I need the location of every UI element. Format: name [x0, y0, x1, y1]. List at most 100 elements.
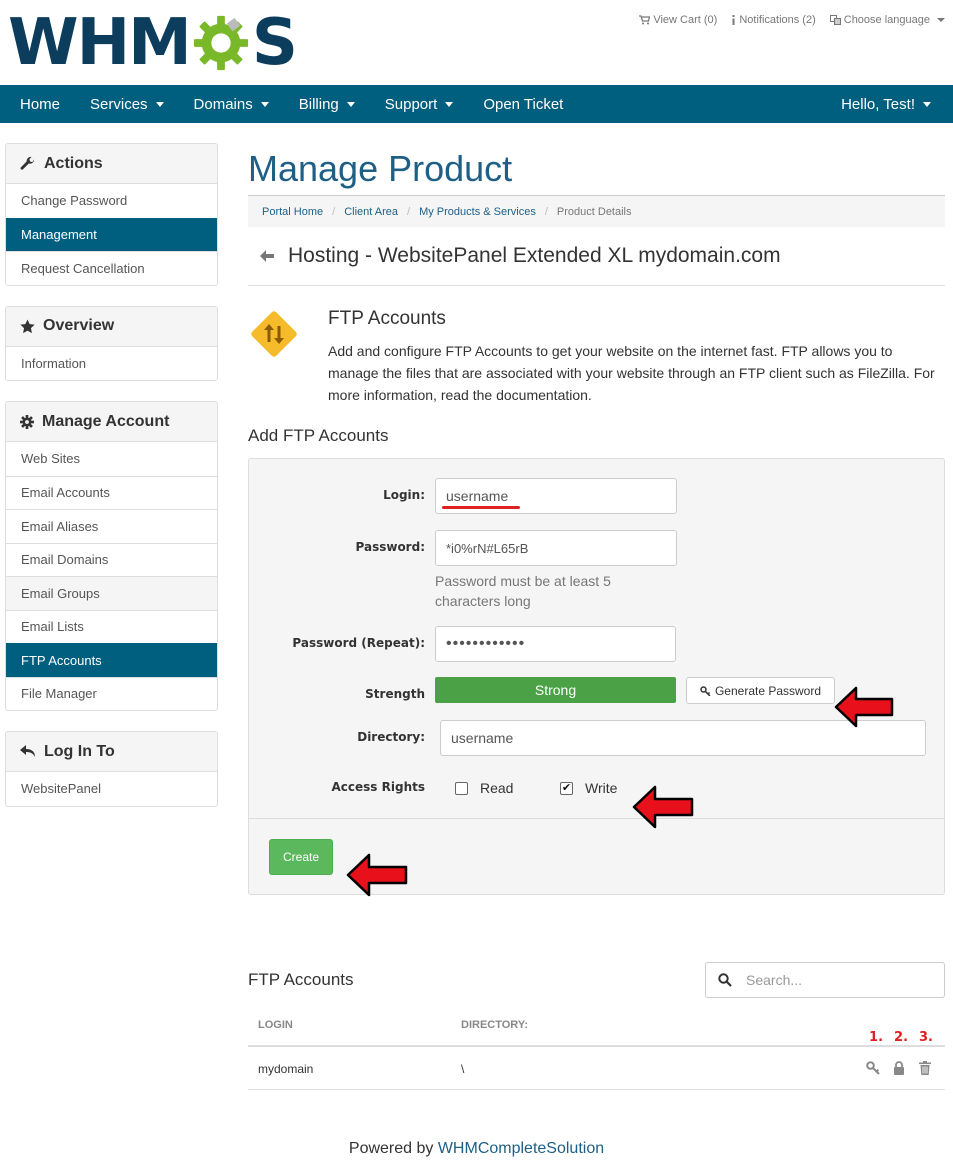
sidebar-item-management[interactable]: Management [6, 217, 217, 251]
breadcrumb-my-products[interactable]: My Products & Services [419, 206, 536, 218]
write-checkbox-box[interactable]: ✔ [560, 781, 573, 795]
create-button[interactable]: Create [269, 839, 333, 875]
key-icon [700, 685, 711, 696]
sidebar-item-label: Email Accounts [21, 485, 110, 501]
sidebar-item-label: Information [21, 355, 87, 371]
read-checkbox-box[interactable] [455, 781, 468, 795]
actions-panel-title: Actions [44, 154, 103, 172]
table-row: mydomain \ [248, 1047, 945, 1090]
login-label: Login: [383, 488, 425, 502]
nav-support[interactable]: Support [370, 85, 469, 123]
sidebar-item-email-groups[interactable]: Email Groups [6, 576, 217, 610]
overview-panel: Overview Information [5, 305, 218, 381]
notifications-link[interactable]: Notifications (2) [731, 14, 816, 26]
language-selector[interactable]: Choose language [829, 14, 945, 26]
language-label: Choose language [843, 14, 930, 26]
breadcrumb-current: Product Details [556, 205, 632, 218]
nav-user-menu[interactable]: Hello, Test! [826, 85, 953, 123]
login-input[interactable]: username [435, 478, 677, 514]
back-arrow-icon[interactable] [260, 250, 274, 262]
generate-password-button[interactable]: Generate Password [686, 677, 835, 704]
sidebar-item-email-lists[interactable]: Email Lists [6, 609, 217, 643]
search-placeholder: Search... [746, 972, 803, 988]
breadcrumb-separator: / [407, 205, 411, 218]
nav-services-label: Services [90, 95, 148, 113]
row-actions [865, 1060, 933, 1076]
breadcrumb-portal-home[interactable]: Portal Home [262, 206, 323, 218]
footer-prefix: Powered by [348, 1140, 438, 1157]
logo-text-prefix: WHM [8, 6, 192, 80]
footer-link[interactable]: WHMCompleteSolution [438, 1140, 604, 1157]
nav-billing[interactable]: Billing [284, 85, 370, 123]
info-icon [732, 15, 735, 25]
key-icon[interactable] [865, 1060, 881, 1076]
view-cart-link[interactable]: View Cart (0) [639, 14, 717, 26]
sidebar-item-file-manager[interactable]: File Manager [6, 676, 217, 710]
main-content: Manage Product Portal Home / Client Area… [248, 143, 945, 895]
strength-value: Strong [534, 682, 577, 698]
sidebar-item-websitepanel[interactable]: WebsitePanel [6, 772, 217, 806]
intro-description: Add and configure FTP Accounts to get yo… [328, 343, 935, 403]
sidebar-item-label: Email Groups [21, 585, 100, 601]
read-checkbox[interactable]: Read [455, 780, 513, 796]
manage-account-panel-title: Manage Account [42, 412, 170, 430]
sidebar-item-information[interactable]: Information [6, 346, 217, 380]
nav-home-label: Home [20, 95, 61, 113]
logo-text-suffix: S [251, 6, 298, 80]
login-to-panel-header: Log In To [6, 732, 217, 772]
language-icon [829, 15, 841, 25]
directory-label: Directory: [357, 730, 425, 744]
wrench-icon [20, 156, 35, 170]
nav-services[interactable]: Services [75, 85, 179, 123]
notifications-label: Notifications (2) [739, 14, 816, 26]
generate-password-label: Generate Password [714, 683, 822, 698]
row-directory: \ [461, 1062, 465, 1076]
login-to-panel-title: Log In To [44, 742, 115, 760]
sidebar-item-change-password[interactable]: Change Password [6, 184, 217, 218]
nav-home[interactable]: Home [0, 85, 75, 123]
chevron-down-icon [445, 101, 454, 107]
password-input[interactable]: *i0%rN#L65rB [435, 530, 677, 566]
search-icon [718, 973, 732, 987]
password-repeat-label: Password (Repeat): [292, 636, 425, 650]
lock-icon[interactable] [891, 1060, 907, 1076]
sidebar-item-label: Email Domains [21, 552, 109, 568]
write-checkbox[interactable]: ✔ Write [560, 780, 617, 796]
annotation-underline [442, 506, 520, 509]
sidebar-item-label: File Manager [21, 686, 97, 702]
actions-panel: Actions Change Password Management Reque… [5, 143, 218, 286]
column-header-directory[interactable]: DIRECTORY: [461, 1019, 528, 1031]
password-input-value: *i0%rN#L65rB [446, 540, 529, 556]
chevron-down-icon [155, 101, 164, 107]
password-help-text: Password must be at least 5 characters l… [435, 573, 611, 609]
column-header-login[interactable]: LOGIN [258, 1019, 293, 1031]
password-repeat-input[interactable]: •••••••••••• [435, 626, 676, 662]
sidebar-item-label: Email Aliases [21, 518, 99, 534]
sidebar-item-ftp-accounts[interactable]: FTP Accounts [6, 643, 217, 677]
nav-domains[interactable]: Domains [179, 85, 284, 123]
transfer-arrows-icon [251, 311, 297, 357]
ftp-list-title: FTP Accounts [248, 970, 354, 989]
header: WHM S View Cart (0) Notifications (2) Ch… [0, 0, 953, 85]
add-ftp-form: Login: username Password: *i0%rN#L65rB P… [248, 458, 945, 895]
gear-icon [20, 414, 34, 429]
form-divider [249, 818, 944, 819]
sidebar-item-email-accounts[interactable]: Email Accounts [6, 475, 217, 509]
sidebar-item-request-cancellation[interactable]: Request Cancellation [6, 251, 217, 285]
trash-icon[interactable] [917, 1060, 933, 1076]
directory-input-value: username [451, 730, 514, 746]
search-input[interactable]: Search... [705, 962, 945, 998]
annotation-number: 2. [894, 1030, 909, 1045]
sidebar-item-email-aliases[interactable]: Email Aliases [6, 509, 217, 543]
sidebar-item-web-sites[interactable]: Web Sites [6, 442, 217, 476]
row-login: mydomain [258, 1062, 314, 1076]
login-to-panel: Log In To WebsitePanel [5, 731, 218, 807]
whmcs-logo[interactable]: WHM S [8, 6, 298, 80]
actions-panel-header: Actions [6, 144, 217, 184]
manage-account-panel: Manage Account Web Sites Email Accounts … [5, 401, 218, 711]
breadcrumb-client-area[interactable]: Client Area [344, 206, 398, 218]
main-navbar: Home Services Domains Billing Support Op… [0, 85, 953, 123]
gear-logo-icon [193, 15, 248, 71]
sidebar-item-email-domains[interactable]: Email Domains [6, 542, 217, 576]
nav-open-ticket[interactable]: Open Ticket [468, 85, 578, 123]
